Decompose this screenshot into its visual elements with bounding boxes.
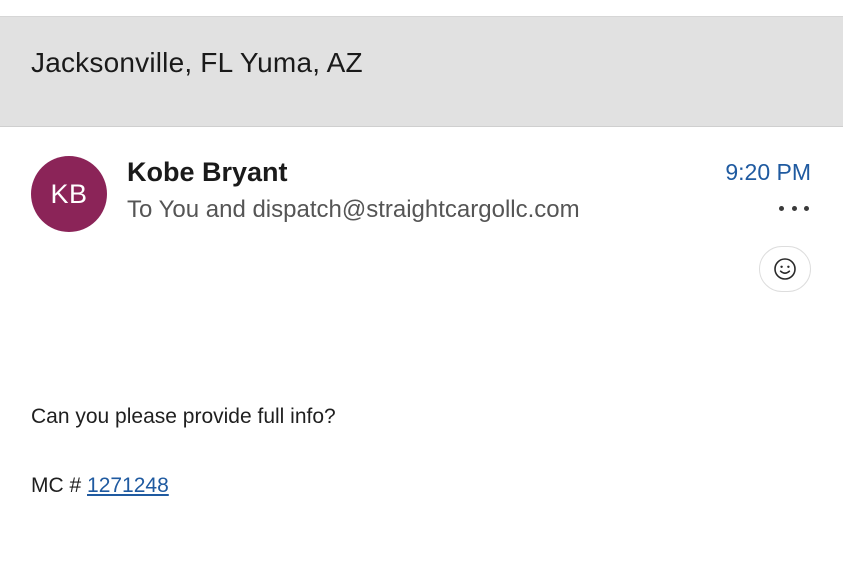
sender-name[interactable]: Kobe Bryant bbox=[127, 157, 288, 188]
mc-number-line: MC # 1271248 bbox=[31, 474, 169, 498]
email-subject: Jacksonville, FL Yuma, AZ bbox=[31, 47, 363, 78]
message-time: 9:20 PM bbox=[725, 159, 811, 185]
smiley-face-icon bbox=[774, 258, 796, 280]
subject-header: Jacksonville, FL Yuma, AZ bbox=[0, 17, 843, 127]
more-horizontal-icon bbox=[779, 205, 809, 211]
mc-number-link[interactable]: 1271248 bbox=[87, 474, 169, 497]
sender-avatar[interactable]: KB bbox=[31, 156, 107, 232]
mc-label: MC # bbox=[31, 474, 88, 497]
top-strip bbox=[0, 0, 843, 17]
recipients-line[interactable]: To You and dispatch@straightcargollc.com bbox=[127, 196, 580, 224]
more-options-button[interactable] bbox=[779, 198, 809, 218]
add-reaction-button[interactable] bbox=[759, 246, 811, 292]
body-text-line: Can you please provide full info? bbox=[31, 405, 336, 428]
avatar-initials: KB bbox=[50, 178, 88, 209]
